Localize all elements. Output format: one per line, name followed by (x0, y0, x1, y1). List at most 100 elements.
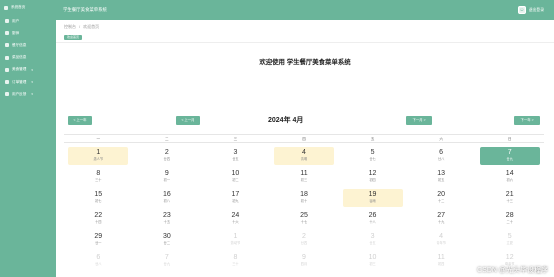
lunar-date: 廿二 (163, 241, 171, 245)
calendar-day[interactable]: 9 初一 (133, 168, 202, 189)
calendar-day[interactable]: 6 廿八 (64, 252, 133, 273)
next-month-button[interactable]: 下一月 > (406, 116, 432, 125)
calendar-day[interactable]: 29 廿一 (64, 231, 133, 252)
calendar-day[interactable]: 12 初四 (338, 168, 407, 189)
calendar-day-box: 25 十七 (274, 210, 334, 228)
lunar-date: 廿九 (506, 157, 513, 161)
calendar-day[interactable]: 2 廿四 (133, 147, 202, 168)
calendar-day[interactable]: 17 初九 (201, 189, 270, 210)
calendar-day[interactable]: 11 初三 (270, 168, 339, 189)
order-icon (5, 80, 9, 85)
calendar-day[interactable]: 13 初五 (407, 168, 476, 189)
calendar-day[interactable]: 30 廿二 (133, 231, 202, 252)
lunar-date: 初三 (369, 262, 376, 266)
calendar-day-box: 2 廿四 (274, 231, 334, 249)
calendar-day[interactable]: 25 十七 (270, 210, 339, 231)
calendar-day[interactable]: 9 四月 (270, 252, 339, 273)
calendar-day[interactable]: 8 三十 (64, 168, 133, 189)
header-divider (56, 42, 554, 43)
calendar-day[interactable]: 28 二十 (475, 210, 544, 231)
calendar-day[interactable]: 1 劳动节 (201, 231, 270, 252)
lunar-date: 初六 (506, 178, 513, 182)
sidebar-item-6[interactable]: 用户反馈 ▾ (0, 88, 56, 100)
sidebar-item-1[interactable]: 厨师 (0, 27, 56, 39)
calendar-day-box: 10 初二 (205, 168, 265, 186)
lunar-date: 劳动节 (230, 241, 241, 245)
lunar-date: 十四 (95, 220, 102, 224)
day-number: 29 (94, 233, 103, 240)
day-number: 27 (437, 212, 446, 219)
calendar-day[interactable]: 26 十八 (338, 210, 407, 231)
calendar-day-box: 7 廿九 (479, 147, 540, 165)
calendar-day[interactable]: 3 廿五 (201, 147, 270, 168)
day-number: 23 (162, 212, 171, 219)
calendar-day[interactable]: 11 初四 (407, 252, 476, 273)
calendar-day[interactable]: 10 初三 (338, 252, 407, 273)
lunar-date: 十五 (163, 220, 171, 224)
calendar-day[interactable]: 1 愚人节 (64, 147, 133, 168)
calendar-day[interactable]: 16 初八 (133, 189, 202, 210)
tab-welcome[interactable]: 欢迎首页 (64, 35, 83, 40)
lunar-date: 愚人节 (93, 157, 104, 161)
logout-link[interactable]: 退出登录 (529, 8, 544, 13)
calendar-day[interactable]: 10 初二 (201, 168, 270, 189)
sidebar-item-2[interactable]: 餐厅信息 (0, 39, 56, 51)
lunar-date: 清明 (300, 157, 308, 161)
calendar-day[interactable]: 20 十二 (407, 189, 476, 210)
calendar-day[interactable]: 27 十九 (407, 210, 476, 231)
calendar-day-box: 22 十四 (68, 210, 128, 228)
lunar-date: 廿五 (369, 241, 376, 245)
sidebar-item-4[interactable]: 美食管理 ▾ (0, 64, 56, 76)
sidebar-item-0[interactable]: 用户 (0, 15, 56, 27)
lunar-date: 十八 (369, 220, 376, 224)
calendar-day[interactable]: 4 青年节 (407, 231, 476, 252)
calendar-day-box: 16 初八 (137, 189, 197, 207)
calendar-day[interactable]: 8 三十 (201, 252, 270, 273)
app-root: 系统首页 用户 厨师 餐厅信息 菜品信息 美食管理 ▾ 订单管理 ▾ 用户反馈 ▾ 学生餐厅美食菜… (0, 0, 554, 277)
calendar-day[interactable]: 21 十三 (475, 189, 544, 210)
user-menu[interactable]: ☺ 退出登录 (517, 6, 544, 14)
lunar-date: 初一 (163, 178, 171, 182)
day-number: 11 (300, 170, 308, 177)
calendar-day-box: 11 初四 (411, 252, 471, 270)
calendar-day[interactable]: 22 十四 (64, 210, 133, 231)
calendar-day-box: 20 十二 (411, 189, 471, 207)
calendar-day-box: 19 谷雨 (342, 189, 403, 207)
calendar-day[interactable]: 23 十五 (133, 210, 202, 231)
calendar-day[interactable]: 7 廿九 (133, 252, 202, 273)
prev-year-button[interactable]: < 上一年 (68, 116, 92, 125)
calendar-day-box: 15 初七 (68, 189, 128, 207)
prev-month-button[interactable]: < 上一月 (176, 116, 200, 125)
sidebar-home[interactable]: 系统首页 (0, 0, 56, 15)
calendar-day[interactable]: 18 初十 (270, 189, 339, 210)
sidebar-item-5[interactable]: 订单管理 ▾ (0, 76, 56, 88)
calendar-day[interactable]: 24 十六 (201, 210, 270, 231)
weekday-label: 五 (370, 137, 375, 141)
calendar-day[interactable]: 15 初七 (64, 189, 133, 210)
calendar-day[interactable]: 19 谷雨 (338, 189, 407, 210)
calendar-day-box: 28 二十 (480, 210, 540, 228)
lunar-date: 初四 (437, 262, 445, 266)
day-number: 12 (368, 170, 377, 177)
breadcrumb: 控制台 / 欢迎首页 (64, 24, 99, 30)
day-number: 6 (96, 254, 101, 261)
sidebar-item-3[interactable]: 菜品信息 (0, 52, 56, 64)
calendar-day[interactable]: 7 廿九 (475, 147, 544, 168)
next-year-button[interactable]: 下一年 > (514, 116, 540, 125)
day-number: 18 (300, 191, 308, 198)
calendar-day[interactable]: 4 清明 (270, 147, 339, 168)
breadcrumb-home[interactable]: 控制台 (64, 24, 76, 30)
calendar-day[interactable]: 2 廿四 (270, 231, 339, 252)
calendar-day-box: 21 十三 (480, 189, 540, 207)
day-number: 11 (437, 254, 445, 261)
calendar-day[interactable]: 3 廿五 (338, 231, 407, 252)
calendar-day[interactable]: 14 初六 (475, 168, 544, 189)
calendar-day[interactable]: 5 廿七 (338, 147, 407, 168)
chevron-down-icon: ▾ (31, 80, 33, 85)
day-number: 9 (164, 170, 169, 177)
top-header: 学生餐厅美食菜单系统 ☺ 退出登录 (56, 0, 554, 20)
calendar-day[interactable]: 5 立夏 (475, 231, 544, 252)
welcome-heading: 欢迎使用 学生餐厅美食菜单系统 (259, 59, 351, 66)
calendar-day[interactable]: 6 廿八 (407, 147, 476, 168)
day-number: 26 (368, 212, 377, 219)
